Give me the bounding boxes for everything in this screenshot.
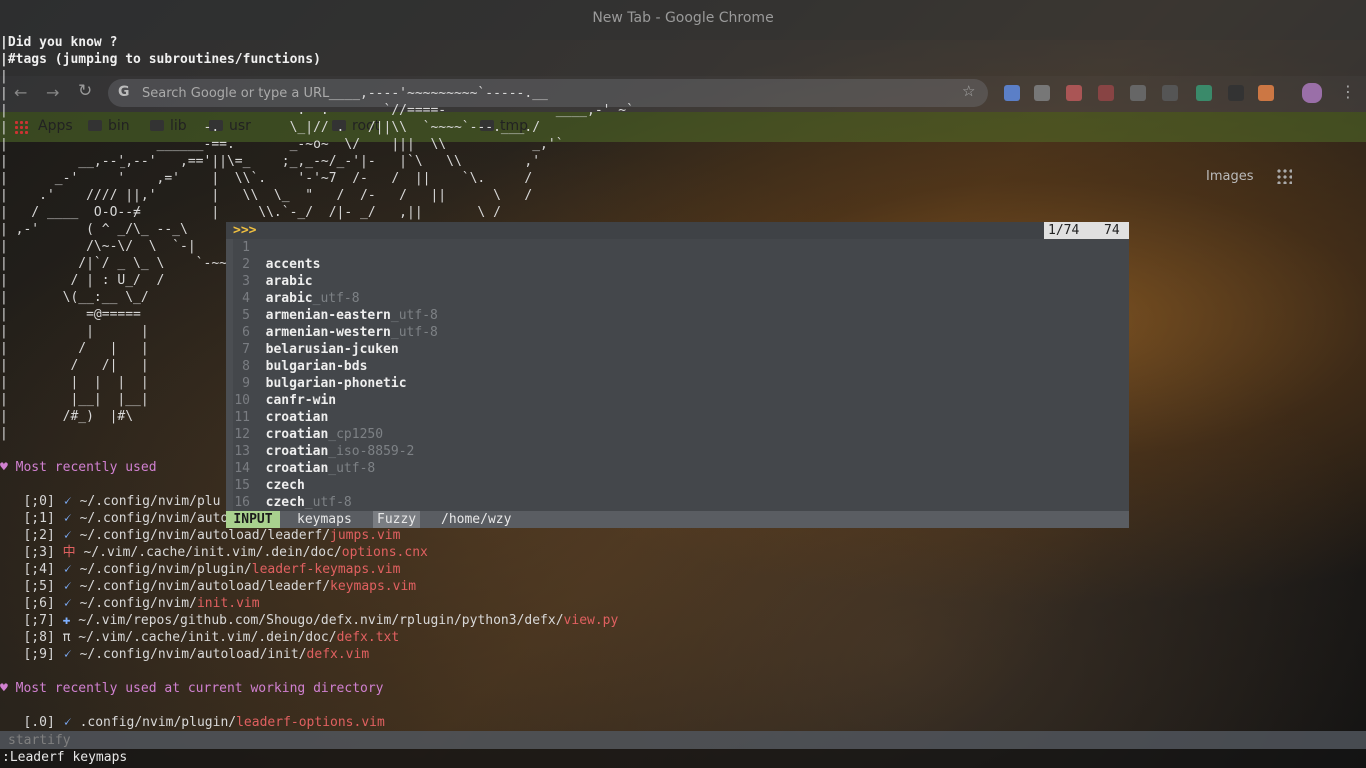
list-item[interactable]: 6 armenian-western_utf-8: [226, 324, 438, 341]
list-item[interactable]: 4 arabic_utf-8: [226, 290, 438, 307]
profile-avatar-icon[interactable]: [1302, 83, 1322, 103]
list-item[interactable]: 15 czech: [226, 477, 438, 494]
vim-icon: 🗸: [62, 511, 72, 526]
images-link[interactable]: Images: [1206, 168, 1254, 185]
extension-icon[interactable]: [1258, 85, 1274, 101]
extension-icon[interactable]: [1196, 85, 1212, 101]
extension-icon[interactable]: [1066, 85, 1082, 101]
list-item[interactable]: 7 belarusian-jcuken: [226, 341, 438, 358]
ascii-art-right: | ____,----'~~~~~~~~~`-----.__ | . . `//…: [120, 86, 634, 220]
vim-icon: 🗸: [62, 562, 72, 577]
map-pin-icon: ♥: [0, 460, 8, 475]
list-item[interactable]: 16 czech_utf-8: [226, 494, 438, 511]
leaderf-counter: 1/74: [1048, 223, 1080, 238]
startify-label: startify: [8, 733, 71, 748]
list-item[interactable]: 8 bulgarian-bds: [226, 358, 438, 375]
leaderf-prompt[interactable]: >>>: [233, 222, 256, 239]
extension-icon[interactable]: [1130, 85, 1146, 101]
mru-item[interactable]: [;9] 🗸 ~/.config/nvim/autoload/init/defx…: [0, 646, 618, 663]
mru-item[interactable]: [;5] 🗸 ~/.config/nvim/autoload/leaderf/k…: [0, 578, 618, 595]
list-item[interactable]: 3 arabic: [226, 273, 438, 290]
leaderf-mode: INPUT: [226, 511, 280, 528]
extension-icon[interactable]: [1004, 85, 1020, 101]
mru-item[interactable]: [;8] π ~/.vim/.cache/init.vim/.dein/doc/…: [0, 629, 618, 646]
leaderf-total: 74: [1104, 223, 1120, 238]
map-pin-icon: ♥: [0, 681, 8, 696]
vim-icon: 🗸: [62, 715, 72, 730]
list-item[interactable]: 10 canfr-win: [226, 392, 438, 409]
window-title: New Tab - Google Chrome: [592, 10, 774, 26]
leaderf-statusline: [226, 511, 1129, 528]
python-icon: ✚: [62, 613, 71, 628]
tip-line-1: |Did you know ?: [0, 35, 118, 50]
list-item[interactable]: 11 croatian: [226, 409, 438, 426]
leaderf-category: keymaps: [297, 512, 352, 527]
vim-icon: 🗸: [62, 596, 72, 611]
list-item[interactable]: 12 croatian_cp1250: [226, 426, 438, 443]
mru-header: ♥ Most recently used: [0, 460, 157, 475]
leaderf-matcher[interactable]: Fuzzy: [373, 511, 421, 528]
vim-icon: 🗸: [62, 528, 72, 543]
bookmark-star-icon[interactable]: ☆: [962, 83, 975, 100]
tip-line-2: |#tags (jumping to subroutines/functions…: [0, 52, 321, 67]
mru-item[interactable]: [;7] ✚ ~/.vim/repos/github.com/Shougo/de…: [0, 612, 618, 629]
list-item[interactable]: 1: [226, 239, 438, 256]
mru-cwd-header: ♥ Most recently used at current working …: [0, 681, 384, 696]
command-line[interactable]: [0, 749, 1366, 768]
mru-item[interactable]: [;3] 中 ~/.vim/.cache/init.vim/.dein/doc/…: [0, 544, 618, 561]
command-line-text[interactable]: :Leaderf keymaps: [2, 749, 127, 766]
list-item[interactable]: 5 armenian-eastern_utf-8: [226, 307, 438, 324]
menu-kebab-icon[interactable]: ⋮: [1340, 83, 1356, 100]
vim-icon: 🗸: [62, 579, 72, 594]
vim-icon: 🗸: [62, 647, 72, 662]
vim-icon: 🗸: [62, 494, 72, 509]
extension-icon[interactable]: [1162, 85, 1178, 101]
list-item[interactable]: 9 bulgarian-phonetic: [226, 375, 438, 392]
leaderf-prompt-row[interactable]: [226, 222, 1129, 239]
list-item[interactable]: 14 croatian_utf-8: [226, 460, 438, 477]
leaderf-cwd: /home/wzy: [441, 512, 512, 527]
mru-item[interactable]: [;4] 🗸 ~/.config/nvim/plugin/leaderf-key…: [0, 561, 618, 578]
list-item[interactable]: 13 croatian_iso-8859-2: [226, 443, 438, 460]
google-apps-icon[interactable]: [1276, 168, 1292, 184]
extension-icon[interactable]: [1228, 85, 1244, 101]
startify-statusline: [0, 731, 1366, 749]
mru-item[interactable]: [;6] 🗸 ~/.config/nvim/init.vim: [0, 595, 618, 612]
chinese-doc-icon: 中: [62, 545, 76, 560]
mru-item[interactable]: [;2] 🗸 ~/.config/nvim/autoload/leaderf/j…: [0, 527, 618, 544]
extension-icon[interactable]: [1098, 85, 1114, 101]
list-item[interactable]: 2 accents: [226, 256, 438, 273]
mru-cwd-item[interactable]: [.0] 🗸 .config/nvim/plugin/leaderf-optio…: [0, 714, 384, 731]
extension-icon[interactable]: [1034, 85, 1050, 101]
text-doc-icon: π: [62, 630, 71, 645]
leaderf-result-list: 1 2 accents 3 arabic 4 arabic_utf-8 5 ar…: [226, 239, 438, 511]
